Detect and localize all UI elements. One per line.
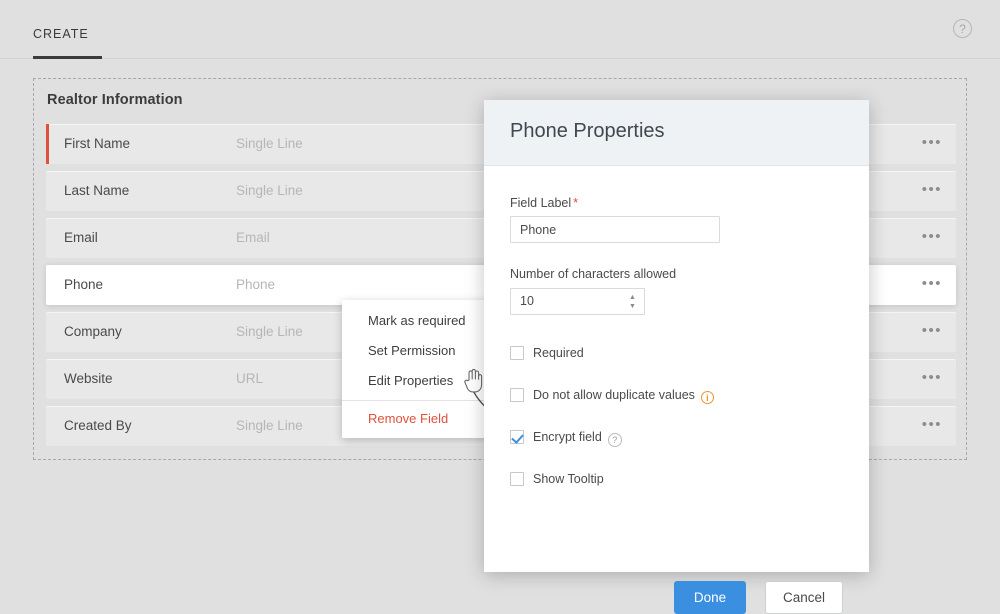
row-menu-icon[interactable]: •••	[922, 276, 942, 292]
required-indicator	[46, 124, 49, 164]
row-menu-icon[interactable]: •••	[922, 182, 942, 198]
checkbox-encrypt-field[interactable]	[510, 430, 524, 444]
row-menu-icon[interactable]: •••	[922, 323, 942, 339]
field-label-input[interactable]	[510, 216, 720, 243]
field-label-text: Field Label	[510, 196, 572, 210]
field-placeholder: Single Line	[236, 418, 303, 433]
checkbox-row-encrypt-field[interactable]: Encrypt field?	[510, 430, 622, 447]
hand-cursor-icon	[464, 368, 483, 393]
cancel-button[interactable]: Cancel	[765, 581, 843, 614]
field-label: Last Name	[64, 183, 130, 198]
char-limit-value: 10	[520, 294, 534, 308]
dialog-title: Phone Properties	[510, 120, 665, 142]
checkbox-show-tooltip[interactable]	[510, 472, 524, 486]
checkbox-row-no-duplicates[interactable]: Do not allow duplicate values i	[510, 388, 714, 404]
help-circle-icon[interactable]: ?	[953, 19, 972, 38]
field-placeholder: Single Line	[236, 136, 303, 151]
field-label: Phone	[64, 277, 104, 292]
checkbox-row-show-tooltip[interactable]: Show Tooltip	[510, 472, 604, 488]
checkbox-row-required[interactable]: Required	[510, 346, 584, 362]
field-placeholder: Single Line	[236, 183, 303, 198]
stepper-down-icon[interactable]: ▼	[628, 302, 637, 311]
menu-item-mark-as-required[interactable]: Mark as required	[342, 306, 494, 336]
checkbox-label: Show Tooltip	[533, 472, 604, 486]
dialog-header: Phone Properties	[484, 100, 869, 166]
field-label: Email	[64, 230, 98, 245]
field-placeholder: Single Line	[236, 324, 303, 339]
done-button[interactable]: Done	[674, 581, 746, 614]
row-menu-icon[interactable]: •••	[922, 417, 942, 433]
field-placeholder: URL	[236, 371, 264, 386]
required-asterisk: *	[573, 195, 579, 210]
checkbox-label: Do not allow duplicate values	[533, 388, 695, 402]
tab-active-indicator	[33, 56, 102, 59]
field-placeholder: Phone	[236, 277, 276, 292]
row-menu-icon[interactable]: •••	[922, 135, 942, 151]
field-label: Company	[64, 324, 122, 339]
help-circle-icon[interactable]: ?	[607, 433, 622, 447]
stepper-up-icon[interactable]: ▲	[628, 293, 637, 302]
char-limit-stepper[interactable]: 10 ▲ ▼	[510, 288, 645, 315]
menu-item-set-permission[interactable]: Set Permission	[342, 336, 494, 366]
stepper-arrows[interactable]: ▲ ▼	[628, 293, 637, 311]
menu-item-remove-field[interactable]: Remove Field	[342, 404, 494, 434]
row-menu-icon[interactable]: •••	[922, 370, 942, 386]
char-limit-caption: Number of characters allowed	[510, 267, 677, 281]
checkbox-label: Required	[533, 346, 584, 360]
info-icon[interactable]: i	[700, 391, 714, 404]
row-menu-icon[interactable]: •••	[922, 229, 942, 245]
field-label-caption: Field Label *	[510, 195, 578, 210]
field-label: Created By	[64, 418, 132, 433]
section-title: Realtor Information	[47, 92, 183, 108]
checkbox-no-duplicates[interactable]	[510, 388, 524, 402]
phone-properties-dialog: Phone Properties Field Label* Number of …	[484, 100, 869, 614]
checkbox-required[interactable]	[510, 346, 524, 360]
checkbox-label: Encrypt field	[533, 430, 602, 444]
field-placeholder: Email	[236, 230, 270, 245]
field-label: First Name	[64, 136, 131, 151]
field-label: Website	[64, 371, 113, 386]
tab-create[interactable]: CREATE	[33, 27, 89, 55]
top-bar: CREATE ?	[0, 0, 1000, 59]
menu-divider	[342, 400, 494, 401]
